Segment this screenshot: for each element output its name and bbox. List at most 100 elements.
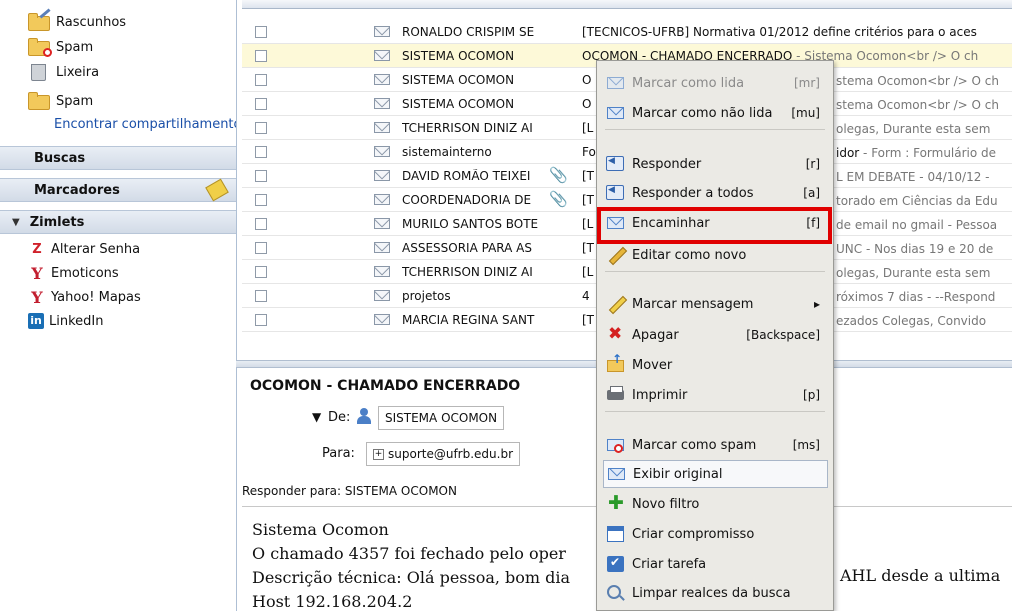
row-from: SISTEMA OCOMON bbox=[402, 97, 515, 111]
envelope-icon bbox=[374, 194, 390, 205]
from-label: De: bbox=[328, 410, 351, 425]
menu-item[interactable]: Marcar como spam [ms] bbox=[603, 431, 828, 459]
table-row[interactable]: RONALDO CRISPIM SE [TECNICOS-UFRB] Normat… bbox=[242, 20, 1012, 44]
row-checkbox[interactable] bbox=[255, 122, 267, 134]
sidebar-item-spam-folder[interactable]: Spam bbox=[28, 89, 93, 113]
row-subject-text: [L bbox=[582, 265, 594, 279]
menu-item-label: Responder bbox=[632, 156, 702, 172]
envelope-icon bbox=[606, 104, 626, 122]
row-checkbox[interactable] bbox=[255, 74, 267, 86]
z-icon: Z bbox=[32, 241, 42, 257]
printer-icon bbox=[606, 386, 626, 404]
row-checkbox[interactable] bbox=[255, 50, 267, 62]
from-toggle[interactable]: ▼ bbox=[312, 410, 321, 424]
row-checkbox[interactable] bbox=[255, 194, 267, 206]
row-subject: [T bbox=[582, 193, 594, 207]
row-subject-fragment: olegas, Durante esta sem bbox=[836, 122, 990, 136]
row-subject-fragment: torado em Ciências da Edu bbox=[836, 194, 998, 208]
menu-item[interactable]: Marcar como não lida [mu] bbox=[603, 99, 828, 127]
row-checkbox[interactable] bbox=[255, 218, 267, 230]
row-from: projetos bbox=[402, 289, 451, 303]
menu-item-label: Marcar como não lida bbox=[632, 105, 773, 121]
fragment-text: olegas, Durante esta sem bbox=[836, 122, 991, 136]
sidebar: Rascunhos Spam Lixeira Spam Encontrar co… bbox=[0, 0, 237, 611]
row-subject-text: 4 bbox=[582, 289, 590, 303]
menu-separator bbox=[605, 129, 825, 130]
menu-item[interactable]: Marcar mensagem ▸ bbox=[603, 290, 828, 318]
menu-item-label: Criar compromisso bbox=[632, 526, 755, 542]
row-checkbox[interactable] bbox=[255, 98, 267, 110]
fragment-text: de email no gmail - Pessoa bbox=[836, 218, 998, 232]
menu-item-label: Marcar como spam bbox=[632, 437, 757, 453]
row-subject-text: O bbox=[582, 73, 592, 87]
menu-item[interactable]: Editar como novo bbox=[603, 241, 828, 269]
reply-icon bbox=[606, 155, 626, 173]
menu-item[interactable]: Responder a todos [a] bbox=[603, 179, 828, 207]
fragment-text: stema Ocomon<br /> O ch bbox=[836, 98, 1000, 112]
magnifier-icon bbox=[606, 584, 626, 602]
sidebar-item-trash[interactable]: Lixeira bbox=[28, 60, 99, 84]
row-subject-fragment: ezados Colegas, Convido bbox=[836, 314, 986, 328]
zimlet-item-emoticons[interactable]: Y Emoticons bbox=[28, 262, 118, 284]
envelope-icon bbox=[374, 266, 390, 277]
menu-separator bbox=[605, 411, 825, 412]
menu-item[interactable]: Exibir original bbox=[603, 460, 828, 488]
row-checkbox[interactable] bbox=[255, 266, 267, 278]
attachment-icon: 📎 bbox=[549, 166, 568, 184]
yahoo-y-icon: Y bbox=[31, 263, 43, 283]
section-zimlets[interactable]: ▼ Zimlets bbox=[0, 210, 236, 234]
zimlet-item-change-password[interactable]: Z Alterar Senha bbox=[28, 238, 140, 260]
expand-icon[interactable]: + bbox=[373, 448, 384, 460]
section-searches[interactable]: Buscas bbox=[0, 146, 236, 170]
row-checkbox[interactable] bbox=[255, 314, 267, 326]
find-shares-link[interactable]: Encontrar compartilhamento bbox=[54, 117, 236, 132]
section-label: Buscas bbox=[34, 150, 86, 166]
zimlet-item-yahoo-maps[interactable]: Y Yahoo! Mapas bbox=[28, 286, 141, 308]
tag-add-icon[interactable] bbox=[205, 178, 229, 202]
row-subject-text: [L bbox=[582, 217, 594, 231]
delete-icon: ✖ bbox=[608, 324, 623, 344]
menu-item[interactable]: Mover bbox=[603, 351, 828, 379]
menu-item-label: Novo filtro bbox=[632, 496, 700, 512]
collapse-arrow-icon[interactable]: ▼ bbox=[12, 217, 20, 228]
row-from: TCHERRISON DINIZ AI bbox=[402, 121, 533, 135]
menu-item[interactable]: Marcar como lida [mr] bbox=[603, 69, 828, 97]
to-label: Para: bbox=[322, 446, 355, 461]
section-label: Zimlets bbox=[29, 214, 85, 230]
menu-item[interactable]: Imprimir [p] bbox=[603, 381, 828, 409]
menu-item[interactable]: Criar compromisso bbox=[603, 520, 828, 548]
envelope-icon bbox=[374, 218, 390, 229]
envelope-icon bbox=[374, 50, 390, 61]
sidebar-item-label: Spam bbox=[56, 93, 94, 109]
to-chip[interactable]: + suporte@ufrb.edu.br bbox=[366, 442, 521, 466]
sidebar-item-spam[interactable]: Spam bbox=[28, 35, 93, 59]
envelope-icon bbox=[374, 170, 390, 181]
row-subject-text: [T bbox=[582, 193, 595, 207]
menu-item-shortcut: ▸ bbox=[813, 297, 820, 311]
row-subject: [L bbox=[582, 217, 593, 231]
row-from: SISTEMA OCOMON bbox=[402, 73, 515, 87]
row-subject: O bbox=[582, 73, 591, 87]
row-subject-text: [T bbox=[582, 169, 595, 183]
row-checkbox[interactable] bbox=[255, 26, 267, 38]
row-subject-text: [L bbox=[582, 121, 594, 135]
row-subject-fragment: stema Ocomon<br /> O ch bbox=[836, 98, 999, 112]
menu-item[interactable]: Limpar realces da busca bbox=[603, 579, 828, 607]
pencil-icon bbox=[606, 246, 628, 266]
row-checkbox[interactable] bbox=[255, 242, 267, 254]
folder-icon bbox=[28, 92, 50, 110]
menu-item[interactable]: Criar tarefa bbox=[603, 550, 828, 578]
section-tags[interactable]: Marcadores bbox=[0, 178, 236, 202]
menu-item[interactable]: ✖ Apagar [Backspace] bbox=[603, 321, 828, 349]
from-chip[interactable]: SISTEMA OCOMON bbox=[378, 406, 505, 430]
sidebar-item-drafts[interactable]: Rascunhos bbox=[28, 8, 126, 34]
menu-item[interactable]: ✚ Novo filtro bbox=[603, 490, 828, 518]
zimlet-item-linkedin[interactable]: in LinkedIn bbox=[28, 310, 103, 332]
spam-folder-icon bbox=[28, 38, 52, 57]
row-checkbox[interactable] bbox=[255, 146, 267, 158]
row-subject-text: [T bbox=[582, 241, 595, 255]
row-checkbox[interactable] bbox=[255, 290, 267, 302]
row-checkbox[interactable] bbox=[255, 170, 267, 182]
linkedin-icon: in bbox=[28, 313, 44, 329]
menu-item[interactable]: Responder [r] bbox=[603, 150, 828, 178]
